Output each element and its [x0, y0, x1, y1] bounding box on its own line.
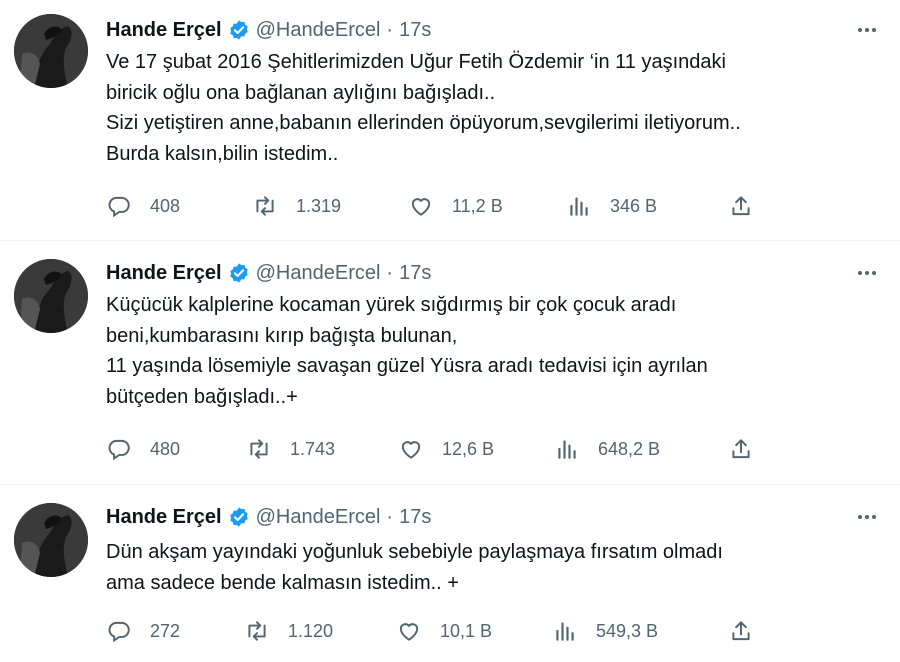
- tweet-text-line: Küçücük kalplerine kocaman yürek sığdırm…: [106, 294, 677, 316]
- like-count: 12,6 B: [442, 438, 495, 459]
- like-button[interactable]: 10,1 B: [396, 616, 492, 646]
- tweet-text-line: Ve 17 şubat 2016 Şehitlerimizden Uğur Fe…: [106, 51, 726, 73]
- timestamp[interactable]: 17s: [399, 262, 431, 285]
- tweet[interactable]: Hande Erçel @HandeErcel · 17s Dün akşam …: [0, 485, 900, 662]
- tweet-text-line: Burda kalsın,bilin istedim..: [106, 142, 339, 165]
- tweet[interactable]: Hande Erçel @HandeErcel · 17s Ve 17 şuba…: [0, 0, 900, 240]
- like-count: 10,1 B: [440, 620, 493, 641]
- views-count: 648,2 B: [598, 438, 661, 459]
- retweet-icon: [256, 196, 274, 216]
- tweet-text-line: Dün akşam yayındaki yoğunluk sebebiyle p…: [106, 541, 723, 563]
- tweet-text-line: biricik oğlu ona bağlanan aylığını bağış…: [106, 81, 496, 104]
- reply-button[interactable]: 480: [106, 434, 180, 464]
- share-icon: [732, 621, 750, 641]
- tweet-header: Hande Erçel @HandeErcel · 17s: [106, 260, 431, 286]
- tweet-text-line: 11 yaşında lösemiyle savaşan güzel Yüsra…: [106, 355, 708, 377]
- display-name[interactable]: Hande Erçel: [106, 19, 222, 42]
- reply-button[interactable]: 272: [106, 616, 180, 646]
- reply-icon: [108, 439, 130, 461]
- share-button[interactable]: [728, 434, 754, 464]
- separator-dot: ·: [386, 18, 394, 41]
- tweet-text-line: beni,kumbarasını kırıp bağışta bulunan,: [106, 324, 458, 347]
- tweet-text-line: bütçeden bağışladı..+: [106, 385, 298, 408]
- tweet-header: Hande Erçel @HandeErcel · 17s: [106, 504, 431, 530]
- tweet-text-line: Sizi yetiştiren anne,babanın ellerinden …: [106, 112, 741, 134]
- retweet-button[interactable]: 1.319: [252, 191, 341, 221]
- verified-badge-icon: [229, 507, 248, 527]
- reply-button[interactable]: 408: [106, 191, 180, 221]
- verified-badge-icon: [229, 20, 248, 40]
- share-icon: [732, 196, 750, 216]
- views-button[interactable]: 549,3 B: [552, 616, 658, 646]
- separator-dot: ·: [386, 261, 394, 284]
- share-button[interactable]: [728, 191, 754, 221]
- like-button[interactable]: 12,6 B: [398, 434, 494, 464]
- display-name[interactable]: Hande Erçel: [106, 506, 222, 529]
- retweet-button[interactable]: 1.120: [244, 616, 333, 646]
- more-icon[interactable]: [852, 263, 882, 283]
- reply-count: 480: [150, 438, 181, 459]
- views-icon: [570, 197, 588, 216]
- handle[interactable]: @HandeErcel: [256, 262, 381, 285]
- views-icon: [556, 622, 574, 641]
- retweet-count: 1.743: [290, 438, 336, 459]
- retweet-icon: [248, 621, 266, 641]
- like-button[interactable]: 11,2 B: [408, 191, 503, 221]
- action-bar: 480 1.743 12,6 B 648,2 B: [106, 434, 766, 464]
- tweet-header: Hande Erçel @HandeErcel · 17s: [106, 17, 431, 43]
- like-count: 11,2 B: [452, 195, 503, 216]
- views-icon: [558, 440, 576, 459]
- share-icon: [732, 439, 750, 459]
- like-icon: [401, 441, 421, 459]
- like-icon: [399, 623, 419, 641]
- like-icon: [411, 198, 431, 216]
- reply-icon: [108, 621, 130, 643]
- separator-dot: ·: [386, 505, 394, 528]
- reply-icon: [108, 196, 130, 218]
- tweet-text: Ve 17 şubat 2016 Şehitlerimizden Uğur Fe…: [106, 47, 886, 169]
- action-bar: 408 1.319 11,2 B 346 B: [106, 191, 766, 221]
- reply-count: 272: [150, 620, 181, 641]
- timestamp[interactable]: 17s: [399, 19, 431, 42]
- more-icon[interactable]: [852, 20, 882, 40]
- views-button[interactable]: 346 B: [566, 191, 657, 221]
- handle[interactable]: @HandeErcel: [256, 19, 381, 42]
- retweet-icon: [250, 439, 268, 459]
- display-name[interactable]: Hande Erçel: [106, 262, 222, 285]
- avatar[interactable]: [14, 503, 88, 577]
- share-button[interactable]: [728, 616, 754, 646]
- avatar[interactable]: [14, 14, 88, 88]
- tweet-text: Dün akşam yayındaki yoğunluk sebebiyle p…: [106, 537, 886, 598]
- retweet-count: 1.120: [288, 620, 334, 641]
- views-button[interactable]: 648,2 B: [554, 434, 660, 464]
- retweet-button[interactable]: 1.743: [246, 434, 335, 464]
- retweet-count: 1.319: [296, 195, 342, 216]
- reply-count: 408: [150, 195, 181, 216]
- tweet[interactable]: Hande Erçel @HandeErcel · 17s Küçücük ka…: [0, 241, 900, 484]
- action-bar: 272 1.120 10,1 B 549,3 B: [106, 616, 766, 646]
- timestamp[interactable]: 17s: [399, 506, 431, 529]
- views-count: 549,3 B: [596, 620, 659, 641]
- verified-badge-icon: [229, 263, 248, 283]
- handle[interactable]: @HandeErcel: [256, 506, 381, 529]
- avatar[interactable]: [14, 259, 88, 333]
- views-count: 346 B: [610, 195, 658, 216]
- tweet-text: Küçücük kalplerine kocaman yürek sığdırm…: [106, 290, 886, 412]
- more-icon[interactable]: [852, 507, 882, 527]
- tweet-text-line: ama sadece bende kalmasın istedim.. +: [106, 571, 459, 594]
